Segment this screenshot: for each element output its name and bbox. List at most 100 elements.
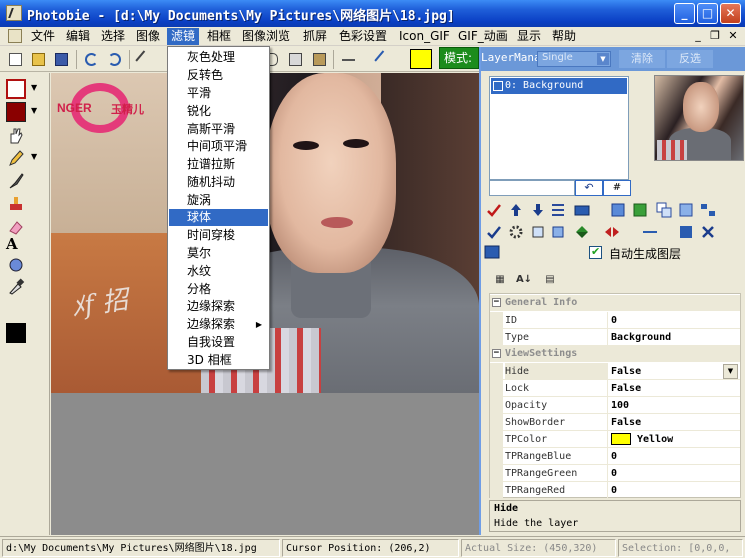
merge-layer-icon[interactable] [631,201,649,219]
magic-wand-icon[interactable] [135,50,154,69]
rectangle-outline-tool[interactable] [6,79,26,99]
delete-layer-icon[interactable] [699,223,717,241]
layer-row[interactable]: 0: Background [491,78,627,94]
filter-dither[interactable]: 随机抖动 [169,174,268,191]
property-row-tprangegreen[interactable]: TPRangeGreen 0 [490,465,740,482]
menu-capture[interactable]: 抓屏 [299,28,331,45]
property-pages-icon[interactable]: ▤ [541,271,559,289]
property-value[interactable]: 0 [609,448,740,465]
filter-laplacian[interactable]: 拉谱拉斯 [169,156,268,173]
property-row-id[interactable]: ID 0 [490,312,740,329]
primary-color-swatch[interactable] [6,323,26,343]
hand-icon[interactable] [6,125,26,145]
filter-invert[interactable]: 反转色 [169,67,268,84]
menu-edit[interactable]: 编辑 [62,28,94,45]
property-value[interactable]: False [609,414,740,431]
wand-select-icon[interactable] [374,50,393,69]
filter-gaussian[interactable]: 高斯平滑 [169,121,268,138]
filter-3d-frame[interactable]: 3D 相框 [169,352,268,369]
mdi-minimize-button[interactable]: _ [690,29,706,43]
mdi-restore-button[interactable]: ❐ [707,29,723,43]
property-value[interactable]: False [609,363,740,380]
checkbox-icon[interactable] [589,245,602,259]
chevron-down-icon[interactable]: ▼ [723,364,738,379]
gear-icon[interactable] [507,223,525,241]
copy-icon[interactable] [286,50,305,69]
paste-icon[interactable] [310,50,329,69]
undo-layer-button[interactable]: ↶ [575,180,603,196]
filter-median[interactable]: 中间项平滑 [169,138,268,155]
menu-file[interactable]: 文件 [27,28,59,45]
filter-sharpen[interactable]: 锐化 [169,103,268,120]
new-file-icon[interactable] [6,50,25,69]
crop-icon[interactable] [529,223,547,241]
save-icon[interactable] [52,50,71,69]
property-value[interactable]: Background [609,329,740,346]
filter-smooth[interactable]: 平滑 [169,85,268,102]
collapse-icon[interactable]: − [492,349,501,358]
rectangle-fill-tool[interactable] [6,102,26,122]
menu-image[interactable]: 图像 [132,28,164,45]
property-row-tprangeblue[interactable]: TPRangeBlue 0 [490,448,740,465]
clear-button[interactable]: 清除 [619,50,665,68]
list-icon[interactable] [549,201,567,219]
menu-filter[interactable]: 滤镜 [167,28,200,45]
menu-frame[interactable]: 相框 [203,28,235,45]
line-style-icon[interactable] [641,223,659,241]
eraser-icon[interactable] [6,217,26,237]
menu-view[interactable]: 显示 [513,28,545,45]
chevron-down-icon[interactable]: ▼ [597,53,609,65]
property-row-opacity[interactable]: Opacity 100 [490,397,740,414]
document-icon[interactable] [8,29,22,43]
menu-color-settings[interactable]: 色彩设置 [335,28,391,45]
filter-grayscale[interactable]: 灰色处理 [169,49,268,66]
property-row-tprangered[interactable]: TPRangeRed 0 [490,482,740,499]
property-value[interactable]: 0 [609,482,740,499]
filter-time-warp[interactable]: 时间穿梭 [169,227,268,244]
menu-icon-gif[interactable]: Icon_GIF [395,28,454,45]
foreground-color-swatch[interactable] [410,49,432,69]
collapse-icon[interactable]: − [492,298,501,307]
keyboard-icon[interactable] [573,201,591,219]
property-value[interactable]: 0 [609,312,740,329]
transform-icon[interactable] [549,223,567,241]
property-value[interactable]: 100 [609,397,740,414]
property-value[interactable]: 0 [609,465,740,482]
categorized-view-icon[interactable]: ▦ [491,271,509,289]
grid-toggle-button[interactable]: # [603,180,631,196]
property-row-showborder[interactable]: ShowBorder False [490,414,740,431]
invert-selection-button[interactable]: 反选 [667,50,713,68]
pencil-icon[interactable] [6,148,26,168]
layer-visibility-checkbox[interactable] [493,81,503,91]
maximize-button[interactable]: □ [697,3,718,24]
copy-layer-icon[interactable] [655,201,673,219]
flip-horizontal-icon[interactable] [603,223,621,241]
image-layer-icon[interactable] [483,243,501,261]
apply-check-icon[interactable] [485,223,503,241]
layer-props-icon[interactable] [677,223,695,241]
close-button[interactable]: ✕ [720,3,741,24]
smudge-icon[interactable] [6,255,26,275]
property-row-lock[interactable]: Lock False [490,380,740,397]
property-value[interactable]: False [609,380,740,397]
eyedropper-icon[interactable] [6,276,26,296]
layer-list[interactable]: 0: Background [489,76,629,180]
layer-mode-select[interactable]: Single ▼ [537,51,611,67]
flip-vertical-icon[interactable] [573,223,591,241]
menu-select[interactable]: 选择 [97,28,129,45]
stamp-icon[interactable] [6,194,26,214]
filter-ripple[interactable]: 水纹 [169,263,268,280]
check-red-icon[interactable] [485,201,503,219]
menu-gif-animation[interactable]: GIF_动画 [454,28,512,45]
flip-icon[interactable] [339,50,358,69]
arrange-layers-icon[interactable] [699,201,717,219]
text-tool-icon[interactable]: A [6,235,26,255]
filter-grid[interactable]: 分格 [169,281,268,298]
property-row-type[interactable]: Type Background [490,329,740,346]
property-row-tpcolor[interactable]: TPColor Yellow [490,431,740,448]
minimize-button[interactable]: _ [674,3,695,24]
dropdown-arrow-icon[interactable]: ▼ [31,152,37,161]
filter-sphere[interactable]: 球体 [169,209,268,226]
layer-name-input[interactable] [489,180,575,196]
menu-help[interactable]: 帮助 [548,28,580,45]
